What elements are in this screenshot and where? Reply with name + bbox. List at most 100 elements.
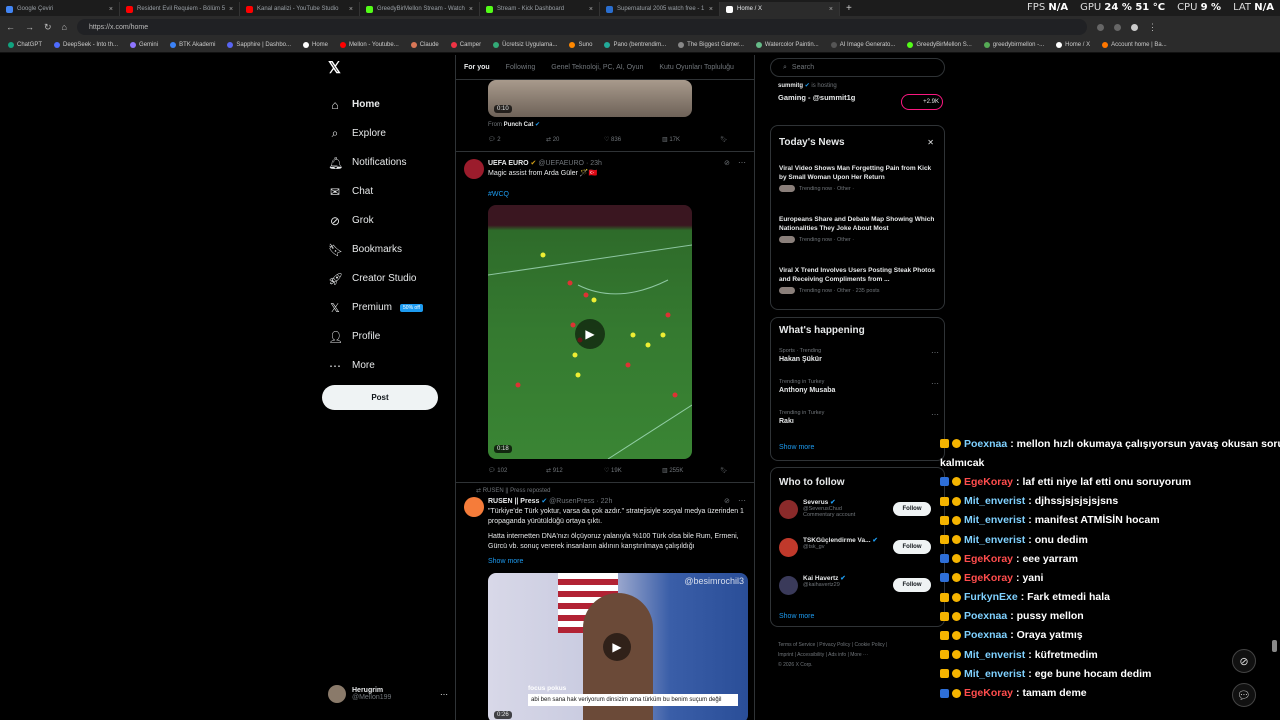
reload-icon[interactable]: ↻ bbox=[44, 22, 52, 33]
nav-item-premium[interactable]: 𝕏 Premium 50% off bbox=[322, 293, 450, 322]
forward-icon[interactable]: → bbox=[25, 22, 34, 32]
reply-button[interactable]: 💬︎ 102 bbox=[488, 467, 546, 474]
chat-username[interactable]: Poexnaa bbox=[964, 629, 1007, 641]
nav-item-bookmarks[interactable]: 🔖︎ Bookmarks bbox=[322, 235, 450, 264]
avatar[interactable] bbox=[779, 576, 798, 595]
more-icon[interactable]: ⋯ bbox=[931, 410, 939, 419]
bookmark-icon[interactable]: 🔖︎ bbox=[720, 136, 728, 143]
more-icon[interactable]: ⋯ bbox=[931, 348, 939, 357]
play-icon[interactable]: ▶ bbox=[575, 319, 605, 349]
cat-video-thumbnail[interactable]: 0:10 bbox=[488, 80, 692, 117]
bookmark-item[interactable]: The Biggest Gamer... bbox=[678, 42, 744, 48]
close-icon[interactable]: × bbox=[349, 6, 353, 13]
nav-item-notifications[interactable]: 🔔︎ Notifications bbox=[322, 148, 450, 177]
account-switcher[interactable]: Herugrim @Mellon199 ⋯ bbox=[328, 682, 448, 706]
extension-icon[interactable] bbox=[1096, 23, 1104, 31]
home-icon[interactable]: ⌂ bbox=[62, 22, 67, 32]
hashtag-link[interactable]: #WCQ bbox=[488, 190, 509, 200]
from-account-link[interactable]: Punch Cat bbox=[504, 122, 534, 128]
bookmark-item[interactable]: BTK Akademi bbox=[170, 42, 215, 48]
browser-tab[interactable]: Resident Evil Requiem - Bölüm 5 × bbox=[120, 2, 240, 16]
views-button[interactable]: ▥ 17K bbox=[662, 136, 720, 143]
browser-tab[interactable]: Google Çeviri × bbox=[0, 2, 120, 16]
repost-button[interactable]: ⇄ 20 bbox=[546, 136, 604, 143]
url-field[interactable]: https://x.com/home bbox=[76, 19, 1087, 35]
bookmark-item[interactable]: Pano (bentrendim... bbox=[604, 42, 666, 48]
chat-username[interactable]: EgeKoray bbox=[964, 687, 1013, 699]
profile-avatar-icon[interactable] bbox=[1130, 23, 1138, 31]
trend-item[interactable]: Sports · Trending Hakan Şükür ⋯ bbox=[779, 348, 939, 379]
browser-tab[interactable]: Supernatural 2005 watch free - 1 × bbox=[600, 2, 720, 16]
tab-kutu-oyunlari[interactable]: Kutu Oyunları Topluluğu bbox=[659, 64, 734, 71]
browser-tab[interactable]: Home / X × bbox=[720, 2, 840, 16]
chat-username[interactable]: Mit_enverist bbox=[964, 495, 1025, 507]
chat-username[interactable]: Poexnaa bbox=[964, 438, 1007, 450]
extension-icon[interactable] bbox=[1113, 23, 1121, 31]
more-icon[interactable]: ⋯ bbox=[440, 690, 448, 699]
author-name[interactable]: UEFA EURO bbox=[488, 160, 529, 167]
chat-username[interactable]: Mit_enverist bbox=[964, 534, 1025, 546]
close-icon[interactable]: ✕ bbox=[927, 138, 934, 147]
show-more-follows[interactable]: Show more bbox=[779, 613, 814, 620]
bookmark-item[interactable]: Home bbox=[303, 42, 328, 48]
chat-username[interactable]: Poexnaa bbox=[964, 610, 1007, 622]
bookmark-item[interactable]: Mellon - Youtube... bbox=[340, 42, 399, 48]
bookmark-item[interactable]: greedybirmellon -... bbox=[983, 42, 1044, 48]
chat-username[interactable]: Mit_enverist bbox=[964, 649, 1025, 661]
bookmark-item[interactable]: Gemini bbox=[130, 42, 158, 48]
live-host-card[interactable]: summitg ✔ is hosting Gaming - @summit1g … bbox=[778, 82, 943, 110]
bookmark-item[interactable]: AI Image Generato... bbox=[830, 42, 895, 48]
more-icon[interactable]: ⋯ bbox=[738, 158, 746, 167]
nav-item-home[interactable]: ⌂ Home bbox=[322, 90, 450, 119]
repost-button[interactable]: ⇄ 912 bbox=[546, 467, 604, 474]
close-icon[interactable]: × bbox=[109, 6, 113, 13]
chat-username[interactable]: EgeKoray bbox=[964, 476, 1013, 488]
chat-username[interactable]: EgeKoray bbox=[964, 553, 1013, 565]
bookmark-item[interactable]: Watercolor Paintin... bbox=[755, 42, 819, 48]
bookmark-item[interactable]: Ücretsiz Uygulama... bbox=[493, 42, 557, 48]
post-button[interactable]: Post bbox=[322, 385, 438, 410]
new-tab-button[interactable]: + bbox=[846, 3, 852, 14]
grok-icon[interactable]: ⊘ bbox=[724, 159, 730, 167]
bookmark-item[interactable]: Account home | Ba... bbox=[1102, 42, 1167, 48]
chat-username[interactable]: Mit_enverist bbox=[964, 514, 1025, 526]
bookmark-item[interactable]: Home / X bbox=[1056, 42, 1090, 48]
chat-username[interactable]: FurkynExe bbox=[964, 591, 1018, 603]
x-logo-icon[interactable]: 𝕏 bbox=[328, 58, 450, 78]
post-time[interactable]: 23h bbox=[590, 160, 602, 167]
football-video[interactable]: ▶ 0:18 bbox=[488, 205, 692, 459]
back-icon[interactable]: ← bbox=[6, 22, 15, 32]
bookmark-item[interactable]: Claude bbox=[410, 42, 439, 48]
follow-button[interactable]: Follow bbox=[893, 502, 931, 516]
more-icon[interactable]: ⋯ bbox=[931, 379, 939, 388]
tab-genel-teknoloji[interactable]: Genel Teknoloji, PC, AI, Oyun bbox=[551, 64, 643, 71]
tab-for-you[interactable]: For you bbox=[464, 64, 490, 71]
trend-item[interactable]: Trending in Turkey Rakı ⋯ bbox=[779, 410, 939, 441]
bookmark-item[interactable]: GreedyBirMellon S... bbox=[907, 42, 972, 48]
trend-item[interactable]: Trending in Turkey Anthony Musaba ⋯ bbox=[779, 379, 939, 410]
nav-item-profile[interactable]: 👤︎ Profile bbox=[322, 322, 450, 351]
browser-tab[interactable]: GreedyBirMellon Stream - Watch × bbox=[360, 2, 480, 16]
close-icon[interactable]: × bbox=[469, 6, 473, 13]
close-icon[interactable]: × bbox=[589, 6, 593, 13]
chat-username[interactable]: Mit_enverist bbox=[964, 668, 1025, 680]
show-more-trends[interactable]: Show more bbox=[779, 444, 814, 451]
nav-item-more[interactable]: ⋯ More bbox=[322, 351, 450, 380]
bookmark-item[interactable]: Suno bbox=[569, 42, 592, 48]
browser-tab[interactable]: Stream - Kick Dashboard × bbox=[480, 2, 600, 16]
close-icon[interactable]: × bbox=[709, 6, 713, 13]
views-button[interactable]: ▥ 255K bbox=[662, 467, 720, 474]
search-input[interactable]: ⌕ Search bbox=[770, 58, 945, 77]
scrollbar-thumb[interactable] bbox=[1272, 640, 1277, 652]
avatar[interactable] bbox=[779, 538, 798, 557]
bookmark-item[interactable]: DeepSeek - Into th... bbox=[54, 42, 118, 48]
show-more-link[interactable]: Show more bbox=[488, 557, 523, 567]
avatar[interactable] bbox=[464, 159, 484, 179]
nav-item-creator-studio[interactable]: 🚀︎ Creator Studio bbox=[322, 264, 450, 293]
chat-bubble-icon[interactable]: 💬︎ bbox=[1232, 683, 1256, 707]
chat-username[interactable]: EgeKoray bbox=[964, 572, 1013, 584]
close-icon[interactable]: × bbox=[829, 6, 833, 13]
bookmark-item[interactable]: Camper bbox=[450, 42, 481, 48]
follow-button[interactable]: Follow bbox=[893, 540, 931, 554]
bookmark-item[interactable]: Sapphire | Dashbo... bbox=[227, 42, 291, 48]
